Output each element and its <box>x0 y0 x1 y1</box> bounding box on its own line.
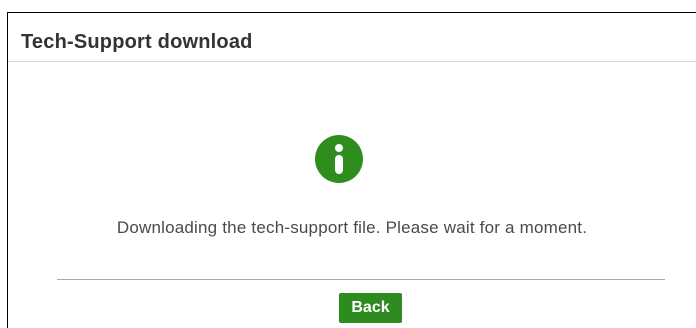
back-button[interactable]: Back <box>339 293 402 323</box>
panel-header: Tech-Support download <box>8 13 696 62</box>
tech-support-panel: Tech-Support download Downloading the te… <box>7 12 696 328</box>
divider <box>57 279 665 280</box>
panel-title: Tech-Support download <box>21 31 253 53</box>
status-message: Downloading the tech-support file. Pleas… <box>116 218 588 237</box>
info-icon <box>315 135 363 183</box>
